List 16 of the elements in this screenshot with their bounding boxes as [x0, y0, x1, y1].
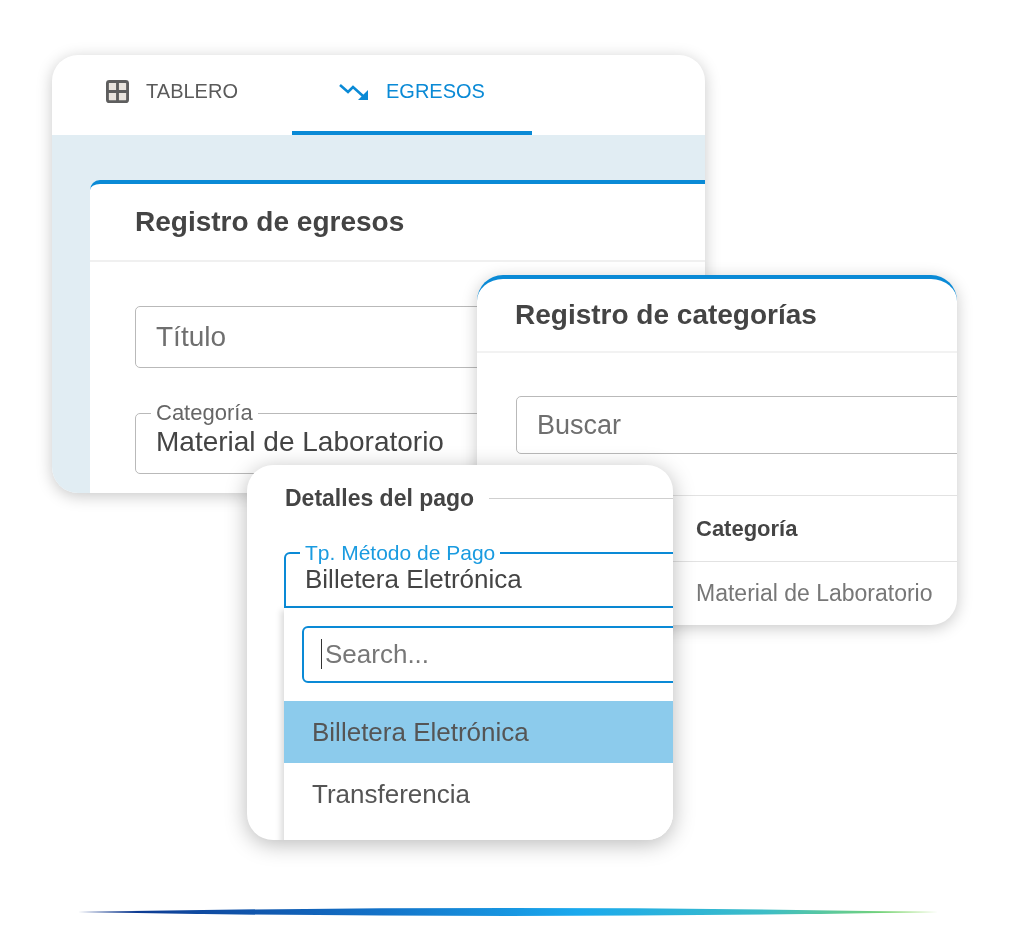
- search-field[interactable]: Buscar: [516, 396, 957, 454]
- dropdown-option[interactable]: Transferencia: [284, 763, 673, 825]
- table-cell: Material de Laboratorio: [696, 580, 933, 607]
- search-field[interactable]: Search...: [302, 626, 673, 683]
- tab[interactable]: TABLERO: [52, 55, 292, 135]
- text-caret-icon: [321, 639, 322, 669]
- trending-down-icon: [339, 82, 370, 100]
- dropdown-option[interactable]: Billetera Eletrónica: [284, 701, 673, 763]
- field-label: Tp. Método de Pago: [304, 542, 497, 563]
- field-label: Categoría: [155, 402, 254, 424]
- select-value: Billetera Eletrónica: [305, 564, 522, 594]
- section-title: Detalles del pago: [285, 484, 475, 512]
- field-value: Material de Laboratorio: [156, 426, 444, 458]
- table-header-cell: Categoría: [696, 515, 798, 542]
- form-title: Registro de egresos: [135, 206, 405, 238]
- grid-icon: [106, 79, 130, 103]
